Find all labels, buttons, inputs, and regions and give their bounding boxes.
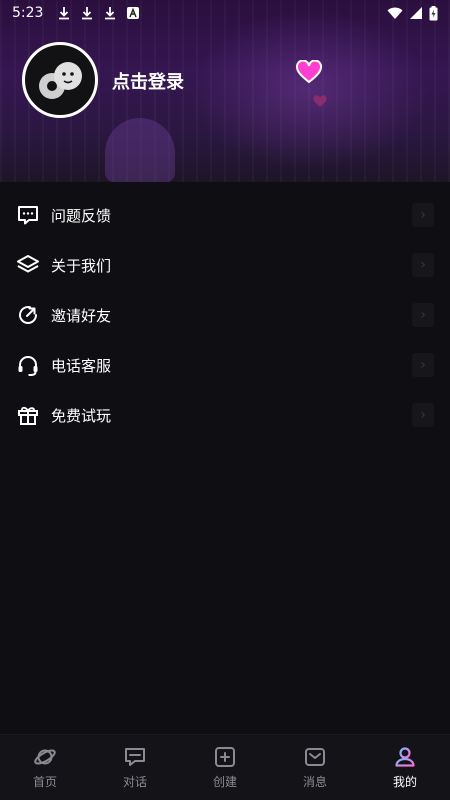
menu-item-label: 关于我们 <box>51 256 112 275</box>
heart-icon <box>296 60 322 84</box>
menu-item-label: 问题反馈 <box>51 206 112 225</box>
chevron-right-icon: › <box>412 253 434 277</box>
header-glow <box>190 10 430 170</box>
planet-icon <box>34 749 56 765</box>
headset-icon <box>18 356 38 376</box>
message-square-icon <box>18 206 38 225</box>
layers-icon <box>17 255 39 273</box>
tab-create[interactable]: 创建 <box>180 735 270 800</box>
chat-icon <box>125 748 145 766</box>
tab-chat[interactable]: 对话 <box>90 735 180 800</box>
chevron-right-icon: › <box>412 403 434 427</box>
tab-label: 对话 <box>122 775 147 789</box>
avatar-icon <box>39 62 82 99</box>
avatar[interactable] <box>22 42 98 118</box>
login-button[interactable]: 点击登录 <box>112 68 184 94</box>
menu-item-label: 电话客服 <box>51 356 112 375</box>
download-icon <box>59 7 70 20</box>
settings-menu: 问题反馈 › 关于我们 › 邀请好友 › 电话客服 › 免费试玩 › <box>0 190 450 440</box>
heart-icon <box>313 95 327 107</box>
menu-item-label: 免费试玩 <box>51 406 112 425</box>
chevron-right-icon: › <box>412 353 434 377</box>
battery-icon <box>429 5 438 20</box>
tab-label: 消息 <box>302 775 327 789</box>
tab-home[interactable]: 首页 <box>0 735 90 800</box>
download-icon <box>105 7 116 20</box>
chevron-right-icon: › <box>412 303 434 327</box>
plus-square-icon <box>215 747 235 767</box>
gift-icon <box>18 406 38 425</box>
wifi-icon <box>387 7 403 19</box>
tab-label: 我的 <box>392 775 417 789</box>
tab-label: 首页 <box>32 775 57 789</box>
header-blob <box>105 118 175 182</box>
bottom-tab-bar: 首页 对话 创建 消息 我的 <box>0 734 450 800</box>
menu-item-phone-support[interactable]: 电话客服 › <box>0 340 450 390</box>
tab-messages[interactable]: 消息 <box>270 735 360 800</box>
status-time: 5:23 <box>12 5 44 21</box>
menu-item-invite[interactable]: 邀请好友 › <box>0 290 450 340</box>
notification-app-icon <box>127 7 140 19</box>
menu-item-label: 邀请好友 <box>51 306 112 325</box>
menu-item-about[interactable]: 关于我们 › <box>0 240 450 290</box>
tab-label: 创建 <box>212 775 237 789</box>
mail-icon <box>305 748 325 766</box>
tab-me[interactable]: 我的 <box>360 735 450 800</box>
user-icon <box>395 747 415 767</box>
menu-item-free-trial[interactable]: 免费试玩 › <box>0 390 450 440</box>
chevron-right-icon: › <box>412 203 434 227</box>
share-icon <box>19 306 37 324</box>
download-icon <box>82 7 93 20</box>
signal-icon <box>410 7 422 19</box>
menu-item-feedback[interactable]: 问题反馈 › <box>0 190 450 240</box>
status-bar: 5:23 <box>0 0 450 26</box>
